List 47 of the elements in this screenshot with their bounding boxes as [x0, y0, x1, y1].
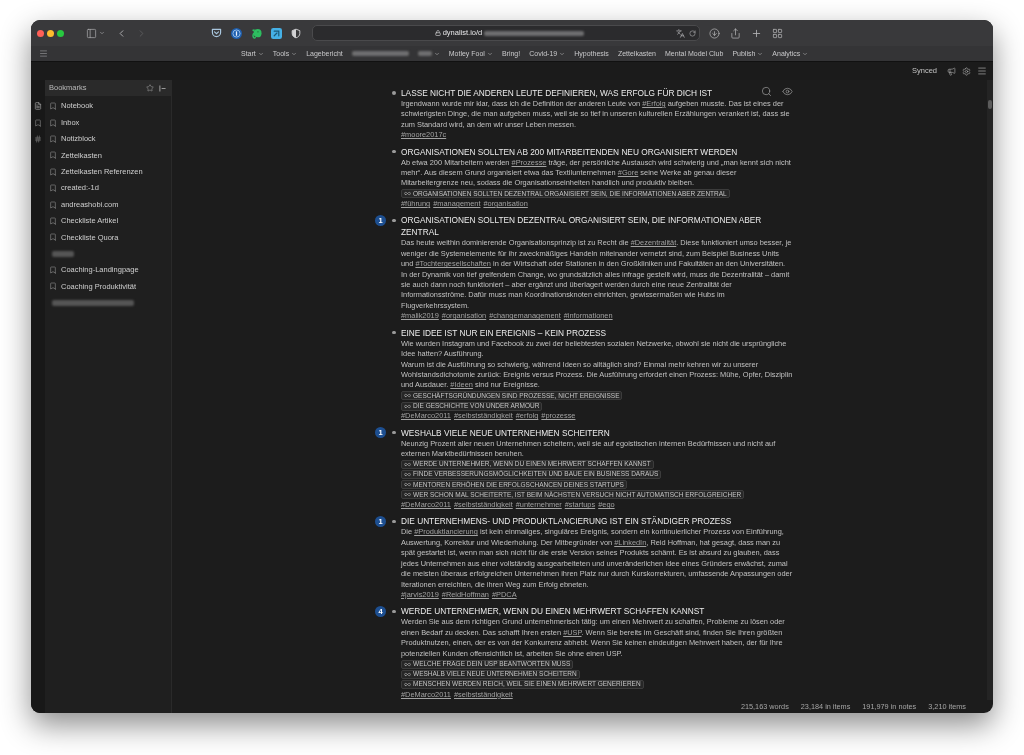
tab-grid-icon[interactable] — [772, 27, 783, 39]
keyhole-icon[interactable] — [231, 27, 242, 39]
menu-icon[interactable] — [39, 49, 48, 58]
infinity-icon — [404, 190, 411, 198]
download-icon[interactable] — [709, 27, 720, 39]
reload-icon[interactable] — [689, 29, 696, 37]
lock-icon — [434, 30, 441, 36]
star-icon[interactable] — [146, 84, 154, 92]
item-title: ORGANISATIONEN SOLLTEN DEZENTRAL ORGANISIERT SEIN, DIE INFORMATIONEN ABER ZENTRAL — [401, 214, 763, 239]
item-title: EINE IDEE IST NUR EIN EREIGNIS – KEIN PROZESS — [401, 326, 606, 339]
bullet-icon[interactable] — [392, 218, 396, 223]
scrollbar-thumb[interactable] — [988, 100, 992, 109]
hash-icon[interactable] — [34, 135, 42, 143]
item-title: LASSE NICHT DIE ANDEREN LEUTE DEFINIEREN, WAS ERFOLG FÜR DICH IST — [401, 87, 713, 99]
tray-chevron-icon[interactable] — [211, 28, 222, 38]
blurred-text — [417, 51, 432, 56]
bullet-icon[interactable] — [392, 430, 396, 435]
maximize-button[interactable] — [57, 29, 64, 37]
scrollbar[interactable] — [987, 80, 993, 700]
square-tile-icon[interactable] — [271, 27, 282, 39]
minimize-button[interactable] — [47, 29, 54, 37]
sidebar-toggle-button[interactable] — [86, 27, 105, 39]
bullet-icon[interactable] — [392, 609, 396, 614]
close-button[interactable] — [37, 29, 44, 37]
chevron-down-icon — [99, 30, 105, 36]
item-title: ORGANISATIONEN SOLLTEN AB 200 MITARBEITENDEN NEU ORGANISIERT WERDEN — [401, 145, 738, 158]
item-title: DIE UNTERNEHMENS- UND PRODUKTLANCIERUNG IST EIN STÄNDIGER PROZESS — [401, 515, 732, 528]
plus-icon[interactable] — [751, 27, 762, 39]
item-title: WERDE UNTERNEHMER, WENN DU EINEN MEHRWERT SCHAFFEN KANNST — [401, 605, 705, 618]
sidebar-panel-icon — [86, 27, 97, 39]
translate-icon[interactable] — [676, 28, 685, 38]
shield-icon[interactable] — [291, 27, 301, 39]
elephant-icon[interactable] — [251, 27, 262, 39]
bullet-icon[interactable] — [392, 91, 396, 95]
eye-icon[interactable] — [782, 86, 793, 97]
item-title: WESHALB VIELE NEUE UNTERNEHMEN SCHEITERN — [401, 426, 610, 439]
share-icon[interactable] — [730, 27, 741, 39]
bullet-icon[interactable] — [392, 330, 396, 335]
bullet-icon[interactable] — [392, 519, 396, 524]
search-icon[interactable] — [761, 86, 772, 97]
document-icon[interactable] — [34, 102, 42, 110]
blurred-text — [52, 250, 74, 257]
settings-icon[interactable] — [962, 66, 971, 76]
bullet-icon[interactable] — [392, 149, 396, 154]
megaphone-icon[interactable] — [947, 66, 956, 76]
menu-icon[interactable] — [977, 66, 987, 76]
bar-dash-icon[interactable] — [159, 84, 166, 92]
